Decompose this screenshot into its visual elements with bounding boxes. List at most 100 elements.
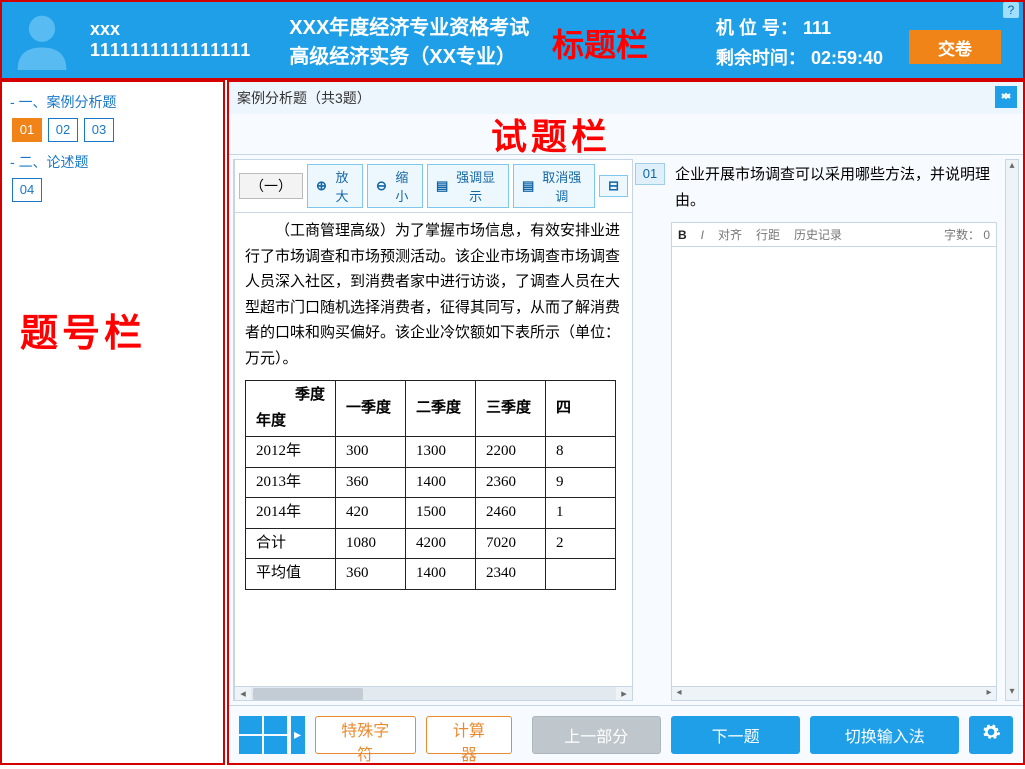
align-button[interactable]: 对齐 <box>718 226 742 243</box>
header-bar: ? xxx 1111111111111111 XXX年度经济专业资格考试 高级经… <box>0 0 1025 80</box>
table-col-header: 四 <box>546 381 616 437</box>
chevron-up-icon <box>1000 90 1012 102</box>
passage-h-scrollbar[interactable]: ◂ ▸ <box>235 686 632 700</box>
collapse-button[interactable] <box>995 86 1017 108</box>
answer-pane: 01 企业开展市场调查可以采用哪些方法，并说明理由。 B I 对齐 行距 历史记… <box>635 159 1019 701</box>
footer-bar: ▸ 特殊字符 计算器 上一部分 下一题 切换输入法 <box>229 705 1023 763</box>
cell: 1500 <box>406 498 476 529</box>
editor-toolbar: B I 对齐 行距 历史记录 字数： 0 <box>672 223 996 247</box>
question-number-button[interactable]: 02 <box>48 118 78 142</box>
scroll-right-button[interactable]: ▸ <box>616 687 632 700</box>
zoom-in-button[interactable]: ⊕放大 <box>307 164 363 208</box>
cell: 4200 <box>406 528 476 559</box>
zoom-out-button[interactable]: ⊖缩小 <box>367 164 423 208</box>
switch-ime-button[interactable]: 切换输入法 <box>810 716 959 754</box>
table-corner: 季度 年度 <box>246 381 336 437</box>
settings-button[interactable] <box>969 716 1013 754</box>
section-title[interactable]: 一、案例分析题 <box>10 92 215 112</box>
cell: 2 <box>546 528 616 559</box>
table-col-header: 三季度 <box>476 381 546 437</box>
table-row: 合计1080420070202 <box>246 528 616 559</box>
prev-part-button[interactable]: 上一部分 <box>532 716 661 754</box>
scroll-right-button[interactable]: ▸ <box>982 687 996 700</box>
highlight-button[interactable]: ▤强调显示 <box>427 164 509 208</box>
special-chars-button[interactable]: 特殊字符 <box>315 716 417 754</box>
time-label: 剩余时间： <box>716 48 806 68</box>
cell: 8 <box>546 437 616 468</box>
italic-button[interactable]: I <box>701 228 704 242</box>
annotation-sidebar: 题号栏 <box>20 302 146 357</box>
submit-button[interactable]: 交卷 <box>909 30 1001 64</box>
unhighlight-icon: ▤ <box>522 178 534 194</box>
row-label: 2012年 <box>246 437 336 468</box>
cell: 9 <box>546 467 616 498</box>
next-question-button[interactable]: 下一题 <box>671 716 800 754</box>
cell: 300 <box>336 437 406 468</box>
cell: 1 <box>546 498 616 529</box>
tile-view-button[interactable] <box>239 716 287 754</box>
table-row: 2013年360140023609 <box>246 467 616 498</box>
row-label: 2013年 <box>246 467 336 498</box>
main-question-area: 案例分析题（共3题） 试题栏 （一） ⊕放大 ⊖缩小 ▤强调显示 ▤取消强调 ⊟ <box>227 80 1025 765</box>
question-number-button[interactable]: 03 <box>84 118 114 142</box>
cell: 360 <box>336 559 406 590</box>
scroll-down-button[interactable]: ▾ <box>1006 686 1018 700</box>
section-title[interactable]: 二、论述题 <box>10 152 215 172</box>
annotation-header: 标题栏 <box>552 20 648 66</box>
table-row: 平均值36014002340 <box>246 559 616 590</box>
user-icon <box>12 10 72 70</box>
cell: 2200 <box>476 437 546 468</box>
editor-h-scrollbar[interactable]: ◂ ▸ <box>672 686 996 700</box>
scroll-up-button[interactable]: ▴ <box>1006 160 1018 174</box>
table-row: 2012年300130022008 <box>246 437 616 468</box>
highlight-icon: ▤ <box>436 178 448 194</box>
seat-label: 机 位 号： <box>716 18 798 38</box>
row-label: 合计 <box>246 528 336 559</box>
minus-icon: ⊖ <box>376 178 387 194</box>
status-block: 机 位 号： 111 剩余时间： 02:59:40 <box>716 14 883 74</box>
table-col-header: 一季度 <box>336 381 406 437</box>
user-block: xxx 1111111111111111 <box>82 2 259 78</box>
cell: 2340 <box>476 559 546 590</box>
passage-scroll[interactable]: （工商管理高级）为了掌握市场信息，有效安排业进行了市场调查和市场预测活动。该企业… <box>235 213 632 686</box>
history-button[interactable]: 历史记录 <box>794 226 842 243</box>
unhighlight-button[interactable]: ▤取消强调 <box>513 164 595 208</box>
current-question-number: 01 <box>635 163 665 185</box>
bold-button[interactable]: B <box>678 228 687 242</box>
user-id: 1111111111111111 <box>90 40 251 61</box>
tile-expand-button[interactable]: ▸ <box>291 716 305 754</box>
scroll-left-button[interactable]: ◂ <box>235 687 251 700</box>
cell: 1080 <box>336 528 406 559</box>
scroll-track[interactable] <box>251 687 616 700</box>
question-prompt: 企业开展市场调查可以采用哪些方法，并说明理由。 <box>671 159 999 222</box>
exam-title-2: 高级经济实务（XX专业） <box>289 40 529 69</box>
help-icon[interactable]: ? <box>1003 2 1019 18</box>
answer-textarea[interactable] <box>672 247 996 686</box>
passage-pane: （一） ⊕放大 ⊖缩小 ▤强调显示 ▤取消强调 ⊟ （工商管理高级）为了掌握市场… <box>233 159 633 701</box>
passage-text: （工商管理高级）为了掌握市场信息，有效安排业进行了市场调查和市场预测活动。该企业… <box>245 219 622 372</box>
calculator-button[interactable]: 计算器 <box>426 716 512 754</box>
question-number-button[interactable]: 01 <box>12 118 42 142</box>
split-view-button[interactable]: ⊟ <box>599 175 628 197</box>
cell: 360 <box>336 467 406 498</box>
avatar <box>2 2 82 78</box>
cell: 7020 <box>476 528 546 559</box>
answer-editor: B I 对齐 行距 历史记录 字数： 0 ◂ <box>671 222 997 701</box>
table-col-header: 二季度 <box>406 381 476 437</box>
scroll-thumb[interactable] <box>253 688 363 700</box>
data-table: 季度 年度 一季度 二季度 三季度 四 2012年300130022008201… <box>245 380 616 590</box>
username: xxx <box>90 19 251 40</box>
seat-value: 111 <box>803 18 831 38</box>
plus-icon: ⊕ <box>316 178 327 194</box>
table-row: 2014年420150024601 <box>246 498 616 529</box>
sidebar-question-numbers: 一、案例分析题 010203 二、论述题 04 题号栏 <box>0 80 225 765</box>
answer-v-scrollbar[interactable]: ▴ ▾ <box>1005 159 1019 701</box>
spacing-button[interactable]: 行距 <box>756 226 780 243</box>
gear-icon <box>981 722 1001 742</box>
cell: 1300 <box>406 437 476 468</box>
passage-toolbar: （一） ⊕放大 ⊖缩小 ▤强调显示 ▤取消强调 ⊟ <box>235 160 632 213</box>
word-count: 字数： 0 <box>944 226 990 243</box>
cell: 2460 <box>476 498 546 529</box>
scroll-left-button[interactable]: ◂ <box>672 687 686 700</box>
question-number-button[interactable]: 04 <box>12 178 42 202</box>
